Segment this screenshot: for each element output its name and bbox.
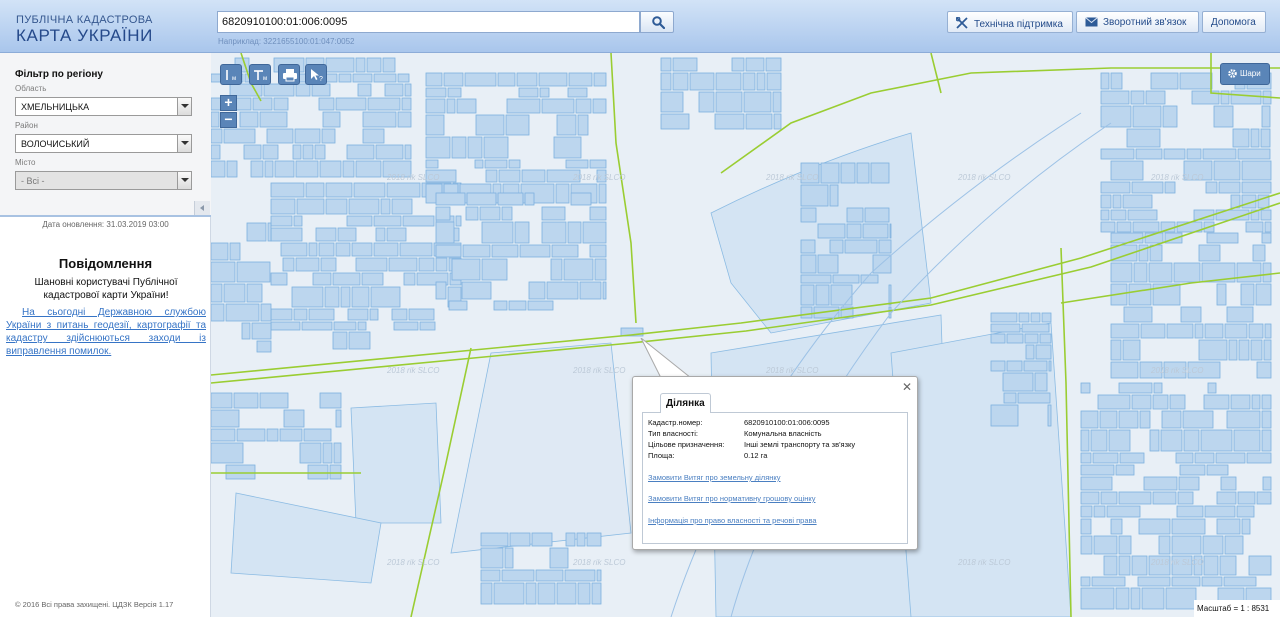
area-key: Площа: — [648, 451, 675, 460]
close-icon[interactable]: ✕ — [902, 380, 912, 394]
city-value: - Всі - — [21, 176, 45, 186]
header-bar: ПУБЛІЧНА КАДАСТРОВА КАРТА УКРАЇНИ Наприк… — [0, 0, 1280, 53]
map-watermark: 2018 rik SLCO — [958, 173, 1011, 182]
purpose-key: Цільове призначення: — [648, 440, 725, 449]
help-label: Допомога — [1211, 17, 1256, 28]
sidebar: Фільтр по регіону Область ХМЕЛЬНИЦЬКА Ра… — [0, 53, 211, 617]
pointer-question-icon: ? — [311, 69, 323, 82]
print-button[interactable] — [278, 64, 300, 85]
order-valuation-extract-link[interactable]: Замовити Витяг про нормативну грошову оц… — [648, 494, 815, 503]
map-watermark: 2018 rik SLCO — [387, 173, 440, 182]
update-date: Дата оновлення: 31.03.2019 03:00 — [42, 220, 169, 229]
oblast-select[interactable]: ХМЕЛЬНИЦЬКА — [15, 97, 192, 116]
chevron-down-icon — [177, 135, 191, 152]
search-example-hint: Наприклад: 3221655100:01:047:0052 — [218, 37, 355, 46]
map-watermark: 2018 rik SLCO — [958, 558, 1011, 567]
feedback-label: Зворотний зв'язок — [1103, 17, 1187, 28]
purpose-value: Інші землі транспорту та зв'язку — [744, 440, 856, 449]
notice-greeting: Шановні користувачі Публічної кадастрово… — [34, 277, 178, 301]
tech-support-button[interactable]: Технічна підтримка — [947, 11, 1073, 33]
printer-icon — [283, 69, 297, 82]
order-parcel-extract-link[interactable]: Замовити Витяг про земельну ділянку — [648, 473, 781, 482]
cadastral-search-input[interactable] — [217, 11, 640, 33]
cadastral-number-key: Кадастр.номер: — [648, 418, 703, 427]
svg-text:м: м — [232, 76, 236, 82]
oblast-value: ХМЕЛЬНИЦЬКА — [21, 102, 90, 112]
oblast-label: Область — [15, 84, 47, 93]
copyright: © 2016 Всі права захищені. ЦДЗК Версія 1… — [15, 600, 174, 609]
map-watermark: 2018 rik SLCO — [766, 366, 819, 375]
map-watermark: 2018 rik SLCO — [387, 558, 440, 567]
chevron-down-icon — [177, 172, 191, 189]
region-filter-panel: Фільтр по регіону Область ХМЕЛЬНИЦЬКА Ра… — [0, 53, 211, 217]
city-select[interactable]: - Всі - — [15, 171, 192, 190]
envelope-icon — [1085, 17, 1098, 27]
tech-support-label: Технічна підтримка — [974, 19, 1063, 30]
zoom-out-button[interactable]: − — [220, 112, 237, 128]
city-label: Місто — [15, 158, 36, 167]
area-ruler-icon: м — [254, 70, 267, 82]
filter-title: Фільтр по регіону — [15, 69, 103, 80]
chevron-down-icon — [177, 98, 191, 115]
svg-text:?: ? — [319, 76, 323, 82]
feedback-button[interactable]: Зворотний зв'язок — [1076, 11, 1199, 33]
cadastral-map[interactable]: 2018 rik SLCO 2018 rik SLCO 2018 rik SLC… — [211, 53, 1280, 617]
help-button[interactable]: Допомога — [1202, 11, 1266, 33]
tab-parcel[interactable]: Ділянка — [660, 393, 711, 413]
gear-icon — [1228, 69, 1237, 78]
parcel-info-body: Кадастр.номер: 6820910100:01:006:0095 Ти… — [642, 412, 908, 544]
logo-line-top[interactable]: ПУБЛІЧНА КАДАСТРОВА — [16, 14, 153, 26]
layers-button[interactable]: Шари — [1220, 63, 1270, 85]
rayon-value: ВОЛОЧИСЬКИЙ — [21, 139, 90, 149]
map-watermark: 2018 rik SLCO — [387, 366, 440, 375]
rayon-label: Район — [15, 121, 38, 130]
map-watermark: 2018 rik SLCO — [766, 173, 819, 182]
zoom-in-button[interactable]: + — [220, 95, 237, 111]
map-watermark: 2018 rik SLCO — [1151, 558, 1204, 567]
map-watermark: 2018 rik SLCO — [573, 173, 626, 182]
svg-text:м: м — [263, 76, 267, 82]
rayon-select[interactable]: ВОЛОЧИСЬКИЙ — [15, 134, 192, 153]
ownership-rights-info-link[interactable]: Інформація про право власності та речові… — [648, 516, 817, 525]
search-button[interactable] — [640, 11, 674, 33]
map-watermark: 2018 rik SLCO — [1151, 173, 1204, 182]
scale-label: Масштаб = 1 : 8531 — [1194, 600, 1280, 617]
tools-icon — [955, 16, 968, 29]
parcel-info-popup: ✕ Ділянка Кадастр.номер: 6820910100:01:0… — [632, 376, 918, 550]
measure-area-tool[interactable]: м — [249, 64, 271, 85]
area-value: 0.12 га — [744, 451, 768, 460]
ownership-type-value: Комунальна власність — [744, 429, 822, 438]
ruler-icon: м — [226, 70, 236, 82]
search-icon — [652, 16, 665, 29]
ownership-type-key: Тип власності: — [648, 429, 698, 438]
cadastral-number-value: 6820910100:01:006:0095 — [744, 418, 830, 427]
notice-title: Повідомлення — [58, 256, 153, 271]
map-watermark: 2018 rik SLCO — [573, 366, 626, 375]
layers-label: Шари — [1240, 69, 1261, 78]
map-watermark: 2018 rik SLCO — [573, 558, 626, 567]
logo-line-bottom[interactable]: КАРТА УКРАЇНИ — [16, 26, 153, 46]
identify-tool[interactable]: ? — [305, 64, 327, 85]
notice-link[interactable]: На сьогодні Державною службою України з … — [6, 306, 206, 358]
collapse-sidebar-button[interactable] — [194, 201, 210, 215]
map-watermark: 2018 rik SLCO — [1151, 366, 1204, 375]
measure-length-tool[interactable]: м — [220, 64, 242, 85]
